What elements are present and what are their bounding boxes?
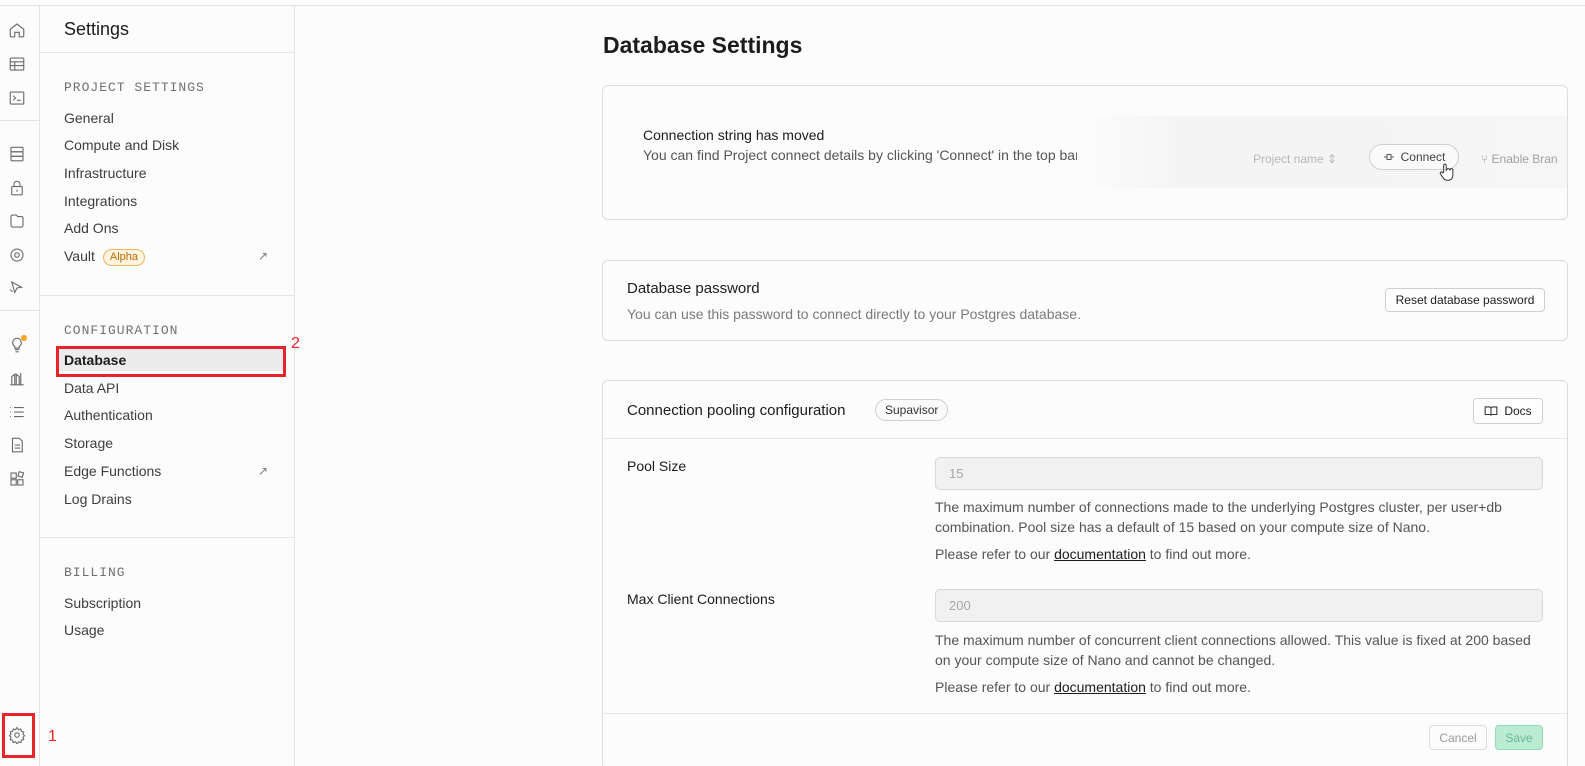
integrations-icon[interactable] — [7, 469, 27, 489]
logs-icon[interactable] — [7, 402, 27, 422]
realtime-icon[interactable] — [7, 245, 27, 265]
pooling-footer: Cancel Save — [603, 713, 1567, 761]
home-icon[interactable] — [7, 20, 27, 40]
sidebar-item-data-api[interactable]: Data API — [64, 377, 119, 399]
preview-project-name: Project name ⇕ — [1253, 152, 1338, 166]
pool-size-help: The maximum number of connections made t… — [935, 499, 1502, 535]
pool-size-input[interactable] — [935, 457, 1543, 490]
sidebar-item-add-ons[interactable]: Add Ons — [64, 217, 118, 239]
max-client-help: The maximum number of concurrent client … — [935, 632, 1531, 668]
section-heading-billing: BILLING — [64, 565, 126, 580]
annotation-number-2: 2 — [291, 335, 300, 352]
sidebar-item-storage[interactable]: Storage — [64, 432, 113, 454]
sidebar-item-vault[interactable]: Vault Alpha — [64, 245, 146, 267]
reset-password-button[interactable]: Reset database password — [1385, 288, 1545, 312]
supavisor-badge: Supavisor — [875, 399, 949, 421]
api-docs-icon[interactable] — [7, 435, 27, 455]
sidebar-item-edge-functions[interactable]: Edge Functions — [64, 460, 161, 482]
sidebar-item-usage[interactable]: Usage — [64, 619, 104, 641]
documentation-link[interactable]: documentation — [1054, 679, 1146, 695]
password-description: You can use this password to connect dir… — [627, 306, 1081, 322]
icon-rail — [0, 6, 40, 766]
auth-icon[interactable] — [7, 178, 27, 198]
sidebar-divider — [40, 52, 294, 53]
database-icon[interactable] — [7, 144, 27, 164]
sidebar-item-label: Vault — [64, 248, 95, 264]
advisors-icon[interactable] — [7, 335, 27, 355]
page-title: Database Settings — [603, 32, 803, 58]
annotation-number-1: 1 — [48, 728, 57, 745]
max-client-label: Max Client Connections — [627, 591, 775, 607]
storage-icon[interactable] — [7, 211, 27, 231]
rail-divider — [0, 310, 40, 311]
external-link-icon: ↗ — [258, 249, 269, 263]
sidebar-item-authentication[interactable]: Authentication — [64, 404, 153, 426]
hand-cursor-icon — [1439, 163, 1454, 181]
sidebar-item-subscription[interactable]: Subscription — [64, 592, 141, 614]
settings-sidebar: Settings PROJECT SETTINGS General Comput… — [40, 6, 295, 766]
database-password-card: Database password You can use this passw… — [602, 260, 1568, 341]
book-icon — [1484, 406, 1498, 416]
sql-editor-icon[interactable] — [7, 88, 27, 108]
save-button[interactable]: Save — [1495, 725, 1543, 750]
docs-label: Docs — [1504, 404, 1532, 418]
preview-branch-label: ⑂ Enable Bran — [1481, 152, 1558, 166]
alpha-badge: Alpha — [102, 248, 146, 266]
sidebar-divider — [40, 295, 294, 296]
max-client-input[interactable] — [935, 589, 1543, 622]
reports-icon[interactable] — [7, 368, 27, 388]
documentation-link[interactable]: documentation — [1054, 546, 1146, 562]
connection-notice-description: You can find Project connect details by … — [643, 147, 1080, 163]
sidebar-item-general[interactable]: General — [64, 107, 114, 129]
section-heading-project-settings: PROJECT SETTINGS — [64, 80, 205, 95]
notification-dot — [21, 335, 27, 341]
docs-button[interactable]: Docs — [1473, 398, 1543, 424]
max-client-refer: Please refer to our documentation to fin… — [935, 679, 1251, 695]
cancel-button[interactable]: Cancel — [1429, 725, 1487, 750]
external-link-icon: ↗ — [258, 464, 269, 478]
pool-size-label: Pool Size — [627, 458, 687, 474]
connection-notice-card: Connection string has moved You can find… — [602, 85, 1568, 220]
sidebar-item-integrations[interactable]: Integrations — [64, 190, 137, 212]
pooling-header: Connection pooling configuration Supavis… — [603, 381, 1567, 439]
connection-notice-title: Connection string has moved — [643, 127, 825, 143]
edge-functions-icon[interactable] — [7, 278, 27, 298]
sidebar-title: Settings — [64, 19, 130, 39]
section-heading-configuration: CONFIGURATION — [64, 323, 179, 338]
table-editor-icon[interactable] — [7, 54, 27, 74]
sidebar-item-compute-and-disk[interactable]: Compute and Disk — [64, 134, 179, 156]
connection-pooling-card: Connection pooling configuration Supavis… — [602, 380, 1568, 766]
password-title: Database password — [627, 280, 760, 297]
pooling-title: Connection pooling configuration — [627, 402, 846, 419]
sidebar-item-log-drains[interactable]: Log Drains — [64, 488, 132, 510]
sidebar-divider — [40, 537, 294, 538]
connect-button-preview: Project name ⇕ Connect ⑂ Enable Bran — [1077, 116, 1567, 188]
pool-size-refer: Please refer to our documentation to fin… — [935, 546, 1251, 562]
annotation-box-2 — [56, 346, 286, 377]
rail-divider — [0, 120, 40, 121]
sidebar-item-infrastructure[interactable]: Infrastructure — [64, 162, 146, 184]
annotation-box-1 — [2, 713, 35, 758]
plug-icon — [1383, 154, 1394, 160]
